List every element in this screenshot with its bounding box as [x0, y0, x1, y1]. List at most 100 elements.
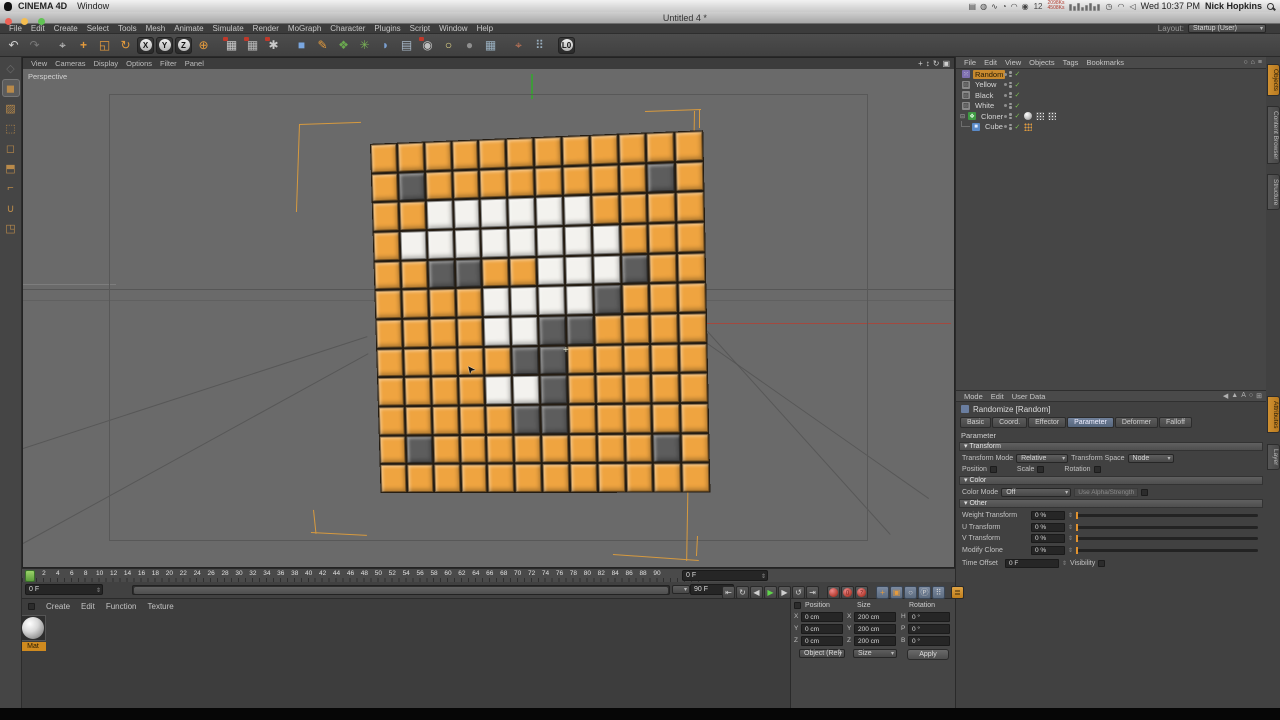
- goto-start-button[interactable]: ⇤: [722, 586, 735, 599]
- clock-icon[interactable]: ◷: [1105, 2, 1112, 11]
- use-alpha-strength-checkbox[interactable]: [1141, 489, 1149, 496]
- render-view-button[interactable]: ▦: [222, 36, 241, 55]
- object-name[interactable]: Black: [973, 91, 995, 100]
- object-row-cube[interactable]: ■ Cube ✓: [956, 120, 1266, 133]
- apple-menu-icon[interactable]: [4, 1, 12, 11]
- lock-y-axis[interactable]: Y: [156, 36, 173, 54]
- modify-clone-slider[interactable]: [1076, 546, 1258, 554]
- side-tab-content-browser[interactable]: Content Browser: [1267, 106, 1280, 165]
- group-transform[interactable]: ▾ Transform: [959, 442, 1263, 451]
- am-icon-1[interactable]: ▲: [1231, 392, 1238, 400]
- material-tag[interactable]: [1024, 112, 1033, 121]
- am-menu-mode[interactable]: Mode: [964, 392, 983, 401]
- weight-transform-field[interactable]: 0 %: [1031, 511, 1065, 520]
- viewport-menu-filter[interactable]: Filter: [160, 59, 177, 68]
- group-color[interactable]: ▾ Color: [959, 476, 1263, 485]
- v-transform-field[interactable]: 0 %: [1031, 534, 1065, 543]
- status-icon-3[interactable]: ◔: [1002, 2, 1007, 11]
- workplane-tool[interactable]: ◳: [2, 219, 20, 237]
- object-row-random[interactable]: ⁙ Random ✓: [956, 69, 1266, 80]
- object-name[interactable]: Cube: [983, 122, 1005, 131]
- om-menu-objects[interactable]: Objects: [1029, 58, 1054, 67]
- menu-animate[interactable]: Animate: [174, 24, 203, 33]
- position-checkbox[interactable]: [989, 466, 997, 473]
- mac-app-name[interactable]: CINEMA 4D: [18, 1, 67, 11]
- object-name[interactable]: Random: [973, 69, 1006, 79]
- side-tab-attributes[interactable]: Attributes: [1267, 396, 1280, 434]
- am-menu-edit[interactable]: Edit: [991, 392, 1004, 401]
- object-name[interactable]: Yellow: [973, 80, 998, 89]
- snap-tool[interactable]: ∪: [2, 199, 20, 217]
- attr-tab-effector[interactable]: Effector: [1028, 417, 1067, 428]
- material-menu-function[interactable]: Function: [106, 602, 137, 611]
- visibility-dots[interactable]: [1009, 71, 1012, 78]
- u-transform-slider[interactable]: [1076, 523, 1258, 531]
- time-offset-field[interactable]: 0 F: [1005, 559, 1059, 568]
- status-icon-0[interactable]: ▤: [969, 2, 977, 11]
- coordinate-system-toggle[interactable]: ⊕: [194, 36, 213, 55]
- axis-mode-tool[interactable]: ⌐: [2, 179, 20, 197]
- goto-end-button[interactable]: ⇥: [806, 586, 819, 599]
- timeline-scrollbar[interactable]: [132, 585, 670, 595]
- material-menu-texture[interactable]: Texture: [148, 602, 174, 611]
- coord-rot-p-field[interactable]: 0 °: [908, 624, 950, 634]
- menu-select[interactable]: Select: [87, 24, 109, 33]
- layout-dropdown[interactable]: Startup (User): [1188, 24, 1266, 33]
- coords-lock-checkbox[interactable]: [794, 602, 801, 609]
- material-menu-create[interactable]: Create: [46, 602, 70, 611]
- object-name[interactable]: Cloner: [979, 112, 1005, 121]
- om-menu-tags[interactable]: Tags: [1063, 58, 1079, 67]
- visibility-dots[interactable]: [1009, 123, 1012, 130]
- weight-transform-slider[interactable]: [1076, 512, 1258, 519]
- attr-tab-falloff[interactable]: Falloff: [1159, 417, 1192, 428]
- menu-render[interactable]: Render: [253, 24, 279, 33]
- stepper-icon[interactable]: ⇕: [1062, 560, 1067, 567]
- am-icon-2[interactable]: A: [1241, 392, 1246, 400]
- coord-pos-x-field[interactable]: 0 cm: [801, 612, 843, 622]
- enabled-check-icon[interactable]: ✓: [1015, 81, 1021, 89]
- menu-tools[interactable]: Tools: [118, 24, 137, 33]
- mac-menu-window[interactable]: Window: [77, 1, 109, 11]
- status-icon-1[interactable]: ◍: [980, 2, 987, 11]
- status-icon-4[interactable]: ◠: [1011, 2, 1018, 11]
- layer-dot[interactable]: [1004, 93, 1007, 97]
- visibility-dots[interactable]: [1009, 81, 1012, 88]
- side-tab-layer[interactable]: Layer: [1267, 444, 1280, 471]
- rotation-checkbox[interactable]: [1093, 466, 1101, 473]
- scale-tool[interactable]: ◱: [95, 36, 114, 55]
- apply-button[interactable]: Apply: [907, 649, 949, 660]
- lock-x-axis[interactable]: X: [137, 36, 154, 54]
- object-name[interactable]: White: [973, 101, 996, 110]
- loop-button[interactable]: ↺: [792, 586, 805, 599]
- status-icon-2[interactable]: ∿: [991, 2, 998, 11]
- menu-simulate[interactable]: Simulate: [213, 24, 244, 33]
- model-mode-tool[interactable]: ◼: [1, 79, 20, 97]
- polygons-mode-tool[interactable]: ⬒: [2, 159, 20, 177]
- side-tab-structure[interactable]: Structure: [1267, 174, 1280, 211]
- close-button[interactable]: [5, 18, 12, 25]
- workplane-layout-button[interactable]: L0: [558, 36, 575, 54]
- redo-button[interactable]: ↷: [25, 36, 44, 55]
- layer-dot[interactable]: [1004, 104, 1007, 108]
- menu-mesh[interactable]: Mesh: [146, 24, 166, 33]
- play-button[interactable]: ▶: [764, 586, 777, 599]
- undo-button[interactable]: ↶: [4, 36, 23, 55]
- stepper-icon[interactable]: ⇕: [1068, 524, 1073, 531]
- add-light-menu[interactable]: ○: [439, 36, 458, 55]
- selection-tag[interactable]: [1024, 122, 1033, 131]
- om-icon-2[interactable]: ≡: [1258, 59, 1262, 66]
- add-mograph-menu[interactable]: ❖: [334, 36, 353, 55]
- spotlight-icon[interactable]: [1267, 2, 1274, 10]
- object-row-black[interactable]: ▨ Black ✓: [956, 90, 1266, 101]
- viewport-pan-icon[interactable]: +: [918, 59, 923, 68]
- record-pla-toggle[interactable]: ⠿: [932, 586, 945, 599]
- coords-size-dropdown[interactable]: Size: [853, 649, 897, 658]
- snap-settings-menu[interactable]: ⠿: [530, 36, 549, 55]
- menubar-user[interactable]: Nick Hopkins: [1205, 1, 1262, 11]
- object-row-yellow[interactable]: ▨ Yellow ✓: [956, 80, 1266, 91]
- am-icon-3[interactable]: ○: [1249, 392, 1253, 400]
- visibility-dots[interactable]: [1009, 92, 1012, 99]
- om-icon-1[interactable]: ⌂: [1251, 59, 1255, 66]
- timeline-ruler[interactable]: 0246810121416182022242628303234363840424…: [22, 568, 955, 582]
- keyframe-selection-button[interactable]: ?: [855, 586, 868, 599]
